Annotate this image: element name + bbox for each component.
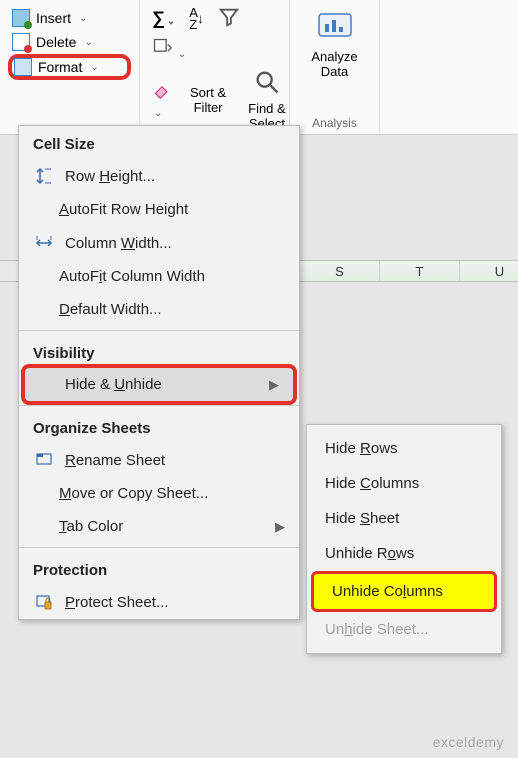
- filter-funnel-icon[interactable]: [218, 6, 240, 31]
- row-height-icon: [33, 167, 55, 185]
- menu-label: AutoFit Column Width: [59, 268, 205, 285]
- analyze-label: Analyze Data: [311, 49, 357, 79]
- column-header[interactable]: U: [460, 261, 518, 281]
- menu-move-copy-sheet[interactable]: Move or Copy Sheet...: [19, 477, 299, 510]
- menu-hide-columns[interactable]: Hide Columns: [307, 466, 501, 501]
- menu-label: Unhide Rows: [325, 545, 414, 562]
- menu-separator: [19, 405, 299, 406]
- sort-letters-icon[interactable]: AZ↓: [189, 7, 203, 31]
- submenu-arrow-icon: ▶: [269, 377, 279, 393]
- menu-default-width[interactable]: Default Width...: [19, 293, 299, 326]
- menu-label: Hide Columns: [325, 475, 419, 492]
- protect-sheet-icon: [33, 593, 55, 611]
- column-header[interactable]: S: [300, 261, 380, 281]
- analysis-group: Analyze Data Analysis: [290, 0, 380, 134]
- sort-filter-button[interactable]: Sort & Filter: [186, 83, 230, 117]
- dropdown-caret-icon: ⌄: [90, 62, 98, 73]
- menu-label: Column Width...: [65, 235, 172, 252]
- format-cells-icon: [14, 58, 32, 76]
- column-header[interactable]: T: [380, 261, 460, 281]
- menu-unhide-rows[interactable]: Unhide Rows: [307, 536, 501, 571]
- fill-down-icon[interactable]: ⌄: [152, 37, 186, 60]
- menu-hide-unhide[interactable]: Hide & Unhide ▶: [21, 364, 297, 405]
- menu-label: Hide Sheet: [325, 510, 399, 527]
- hide-unhide-submenu: Hide Rows Hide Columns Hide Sheet Unhide…: [306, 424, 502, 654]
- menu-protect-sheet[interactable]: Protect Sheet...: [19, 585, 299, 619]
- cells-group: Insert ⌄ Delete ⌄ Format ⌄ Cells: [0, 0, 140, 134]
- menu-label: Rename Sheet: [65, 452, 165, 469]
- menu-unhide-sheet: Unhide Sheet...: [307, 612, 501, 647]
- watermark: exceldemy: [433, 734, 504, 750]
- menu-unhide-columns[interactable]: Unhide Columns: [311, 571, 497, 612]
- clear-eraser-icon[interactable]: ⌄: [152, 80, 172, 119]
- format-dropdown-menu: Cell Size Row Height... AutoFit Row Heig…: [18, 125, 300, 620]
- insert-button[interactable]: Insert ⌄: [8, 6, 131, 30]
- format-label: Format: [38, 59, 82, 75]
- find-select-button[interactable]: Find & Select: [244, 66, 290, 133]
- menu-label: Unhide Sheet...: [325, 621, 428, 638]
- menu-label: Unhide Columns: [332, 583, 443, 600]
- menu-label: Hide Rows: [325, 440, 398, 457]
- autosum-icon[interactable]: ∑⌄: [152, 8, 175, 29]
- group-label-analysis: Analysis: [312, 112, 357, 130]
- menu-section-organize: Organize Sheets: [19, 410, 299, 443]
- analyze-chart-icon: [317, 8, 353, 47]
- dropdown-caret-icon: ⌄: [84, 37, 92, 48]
- menu-row-height[interactable]: Row Height...: [19, 159, 299, 193]
- menu-hide-rows[interactable]: Hide Rows: [307, 431, 501, 466]
- menu-rename-sheet[interactable]: Rename Sheet: [19, 443, 299, 477]
- menu-label: Protect Sheet...: [65, 594, 168, 611]
- delete-label: Delete: [36, 34, 76, 50]
- menu-tab-color[interactable]: Tab Color ▶: [19, 510, 299, 543]
- dropdown-caret-icon: ⌄: [79, 13, 87, 24]
- insert-label: Insert: [36, 10, 71, 26]
- format-button[interactable]: Format ⌄: [8, 54, 131, 80]
- insert-cells-icon: [12, 9, 30, 27]
- menu-label: AutoFit Row Height: [59, 201, 188, 218]
- menu-hide-sheet[interactable]: Hide Sheet: [307, 501, 501, 536]
- analyze-data-button[interactable]: Analyze Data: [307, 6, 361, 81]
- column-width-icon: [33, 234, 55, 252]
- sort-filter-label: Sort & Filter: [190, 85, 226, 115]
- menu-autofit-column-width[interactable]: AutoFit Column Width: [19, 260, 299, 293]
- delete-cells-icon: [12, 33, 30, 51]
- menu-label: Default Width...: [59, 301, 162, 318]
- delete-button[interactable]: Delete ⌄: [8, 30, 131, 54]
- menu-separator: [19, 330, 299, 331]
- menu-section-cell-size: Cell Size: [19, 126, 299, 159]
- menu-label: Hide & Unhide: [65, 376, 162, 393]
- ribbon: Insert ⌄ Delete ⌄ Format ⌄ Cells ∑⌄ AZ↓: [0, 0, 518, 135]
- menu-column-width[interactable]: Column Width...: [19, 226, 299, 260]
- menu-label: Tab Color: [59, 518, 123, 535]
- find-magnifier-icon: [253, 68, 281, 99]
- menu-label: Row Height...: [65, 168, 155, 185]
- rename-sheet-icon: [33, 451, 55, 469]
- menu-autofit-row-height[interactable]: AutoFit Row Height: [19, 193, 299, 226]
- submenu-arrow-icon: ▶: [275, 519, 285, 535]
- menu-label: Move or Copy Sheet...: [59, 485, 208, 502]
- menu-section-protection: Protection: [19, 552, 299, 585]
- menu-separator: [19, 547, 299, 548]
- editing-group: ∑⌄ AZ↓ ⌄ ⌄ Sort & Filter: [140, 0, 290, 134]
